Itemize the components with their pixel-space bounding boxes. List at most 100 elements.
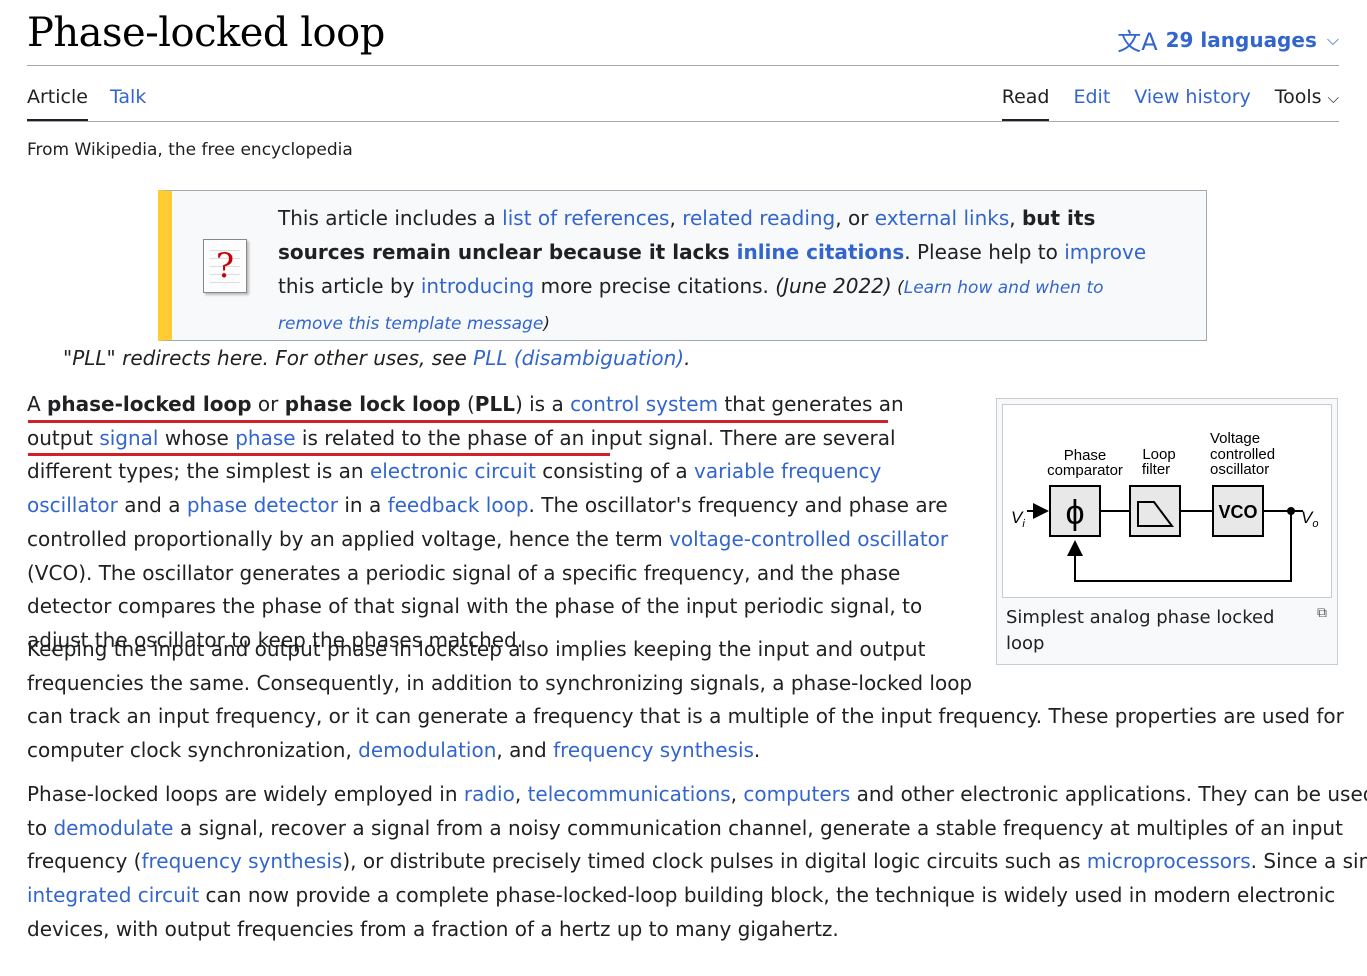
phi-symbol: ϕ [1065,494,1084,532]
notice-text: This article includes a list of referenc… [278,201,1158,341]
text-line: frequencies the same. Consequently, in a… [27,670,973,695]
red-annotation-underline [28,453,610,456]
question-mark-icon: ? [203,239,247,293]
text: whose [158,425,236,450]
phase-comparator-label-2: comparator [1047,462,1123,479]
text-line: Phase-locked loops are widely employed i… [27,778,1367,812]
link-inline-citations[interactable]: inline citations [737,240,905,264]
text: and a [117,493,187,518]
languages-label: 29 languages [1165,27,1317,52]
link-telecommunications[interactable]: telecommunications [528,782,731,806]
text: to [27,815,54,840]
text: in a [338,493,388,518]
vco-label-3: oscillator [1210,461,1269,478]
link-integrated-circuit[interactable]: integrated circuit [27,883,199,907]
link-microprocessors[interactable]: microprocessors [1087,849,1251,873]
hatnote-end: . [684,346,691,370]
link-list-of-references[interactable]: list of references [502,206,669,230]
tab-article[interactable]: Article [27,86,88,121]
text: consisting of a [535,459,694,484]
notice-text-part: ) [543,314,550,334]
bold-term: phase lock loop [284,392,461,416]
text-line: computer clock synchronization, demodula… [27,734,1327,768]
text: can now provide a complete phase-locked-… [199,883,1336,908]
text: , and [496,738,554,763]
link-improve[interactable]: improve [1064,240,1146,264]
link-external-links[interactable]: external links [875,206,1009,230]
link-electronic-circuit[interactable]: electronic circuit [370,459,536,483]
intro-paragraph-1: A phase-locked loop or phase lock loop (… [27,388,972,658]
notice-text-part: This article includes a [278,206,503,230]
loop-filter-label-2: filter [1142,461,1170,478]
link-feedback-loop[interactable]: feedback loop [388,493,529,517]
input-label: Vi [1011,508,1025,530]
chevron-down-icon: ⌵ [1327,89,1339,107]
link-phase-detector[interactable]: phase detector [187,493,338,517]
pll-block-diagram[interactable]: Phase comparator Loop filter Voltage con… [1002,404,1332,598]
link-frequency-synthesis[interactable]: frequency synthesis [141,849,342,873]
tab-view-history[interactable]: View history [1134,86,1250,121]
notice-text-part: . Please help to [904,240,1065,264]
text: Phase-locked loops are widely employed i… [27,782,464,806]
text: and other electronic applications. They … [850,782,1367,806]
refimprove-notice: ? This article includes a list of refere… [158,190,1207,341]
tab-edit[interactable]: Edit [1073,86,1110,121]
text: ( [460,392,475,416]
hatnote-text: "PLL" redirects here. For other uses, se… [63,346,474,370]
link-vco[interactable]: voltage-controlled oscillator [669,527,948,551]
link-demodulate[interactable]: demodulate [53,816,173,840]
tools-menu[interactable]: Tools ⌵ [1275,86,1339,121]
link-signal[interactable]: signal [99,426,158,450]
link-computers[interactable]: computers [743,782,850,806]
tabs-divider [27,121,1339,122]
pll-figure: Phase comparator Loop filter Voltage con… [996,398,1338,665]
link-demodulation[interactable]: demodulation [358,738,496,762]
red-annotation-underline [28,420,888,423]
vco-label-1: Voltage [1210,430,1260,447]
view-tabs: Read Edit View history Tools ⌵ [1001,86,1339,121]
text: a signal, recover a signal from a noisy … [173,815,1343,840]
namespace-tabs: Article Talk [27,86,146,121]
notice-text-part: ( [891,278,904,298]
bold-term: phase-locked loop [47,392,252,416]
figure-caption: Simplest analog phase locked loop [1006,607,1275,654]
page-title: Phase-locked loop [27,10,385,56]
magnify-icon[interactable]: ⧉ [1317,605,1327,621]
intro-paragraph-3: Phase-locked loops are widely employed i… [27,778,1367,947]
tab-talk[interactable]: Talk [110,86,146,121]
languages-button[interactable]: 文A 29 languages ⌵ [1117,22,1339,57]
notice-text-part: this article by [278,274,421,298]
text: , [730,782,744,806]
link-frequency-synthesis[interactable]: frequency synthesis [553,738,754,762]
text: A [27,392,48,416]
vco-text: VCO [1218,502,1257,522]
link-related-reading[interactable]: related reading [682,206,835,230]
text: or [251,392,285,416]
hatnote: "PLL" redirects here. For other uses, se… [63,346,690,370]
link-introducing[interactable]: introducing [421,274,534,298]
site-subtitle: From Wikipedia, the free encyclopedia [27,140,353,160]
link-control-system[interactable]: control system [570,392,718,416]
text-line: devices, with output frequencies from a … [27,916,839,941]
text-line: integrated circuit can now provide a com… [27,879,1337,913]
text-line: to demodulate a signal, recover a signal… [27,812,1343,846]
tab-read[interactable]: Read [1001,86,1050,121]
link-phase[interactable]: phase [235,426,295,450]
notice-text-part: , [669,206,683,230]
output-label: Vo [1301,508,1318,530]
text: computer clock synchronization, [27,738,359,763]
notice-date: (June 2022) [775,274,892,298]
notice-text-part: , or [835,206,875,230]
translate-icon: 文A [1117,28,1158,56]
notice-text-part: more precise citations. [534,274,776,298]
chevron-down-icon: ⌵ [1326,29,1339,49]
text: . [753,738,761,763]
link-pll-disambiguation[interactable]: PLL (disambiguation) [473,346,684,370]
notice-text-part: , [1009,206,1022,230]
title-divider [27,65,1339,66]
bold-term: PLL [474,392,515,416]
link-radio[interactable]: radio [464,782,515,806]
pll-diagram-svg: Phase comparator Loop filter Voltage con… [1011,430,1318,582]
text: . Since a single [1250,849,1367,874]
text-line: can track an input frequency, or it can … [27,704,1344,729]
